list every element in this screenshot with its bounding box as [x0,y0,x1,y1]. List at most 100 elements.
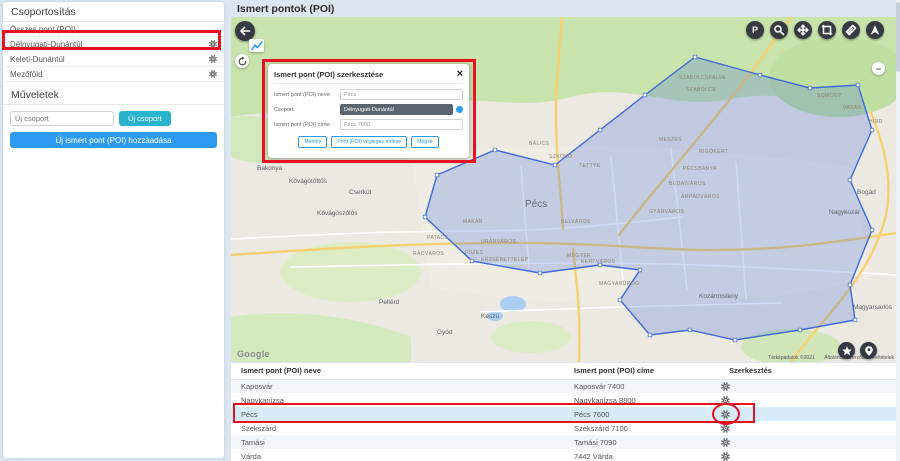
map-label: HIRD [869,119,883,125]
map-label: Cserkút [349,189,372,196]
map-label: KERTVÁROS [581,258,616,265]
pin-control-button[interactable] [860,342,877,359]
parking-icon: P [749,24,761,36]
poi-name-cell: Kaposvár [231,379,564,393]
star-control-button[interactable] [838,342,855,359]
poi-table: Ismert pont (POI) neveIsmert pont (POI) … [231,363,897,461]
polygon-vertex-handle[interactable] [870,128,874,132]
poi-address-cell: Pécs 7600 [564,407,719,421]
modal-field: Csoport:Délnyugati-Dunántúl [274,104,463,115]
polygon-vertex-handle[interactable] [808,86,812,90]
back-arrow-icon [239,25,251,37]
group-item[interactable]: Összes pont (POI) [3,22,224,37]
modal-title: Ismert pont (POI) szerkesztése [274,70,383,79]
navigate-control-button[interactable] [866,21,884,39]
lake [500,296,526,312]
poi-table-row[interactable]: NagykanizsaNagykanizsa 8800 [231,393,897,407]
zoom-out-button[interactable]: − [872,62,885,75]
column-header: Ismert pont (POI) neve [231,363,564,379]
parking-control-button[interactable]: P [746,21,764,39]
map-label: FÜZES [465,249,484,256]
attribution-terms-link[interactable]: Általános Szerződési Feltételek [824,355,894,361]
polygon-vertex-handle[interactable] [648,333,652,337]
poi-table-row[interactable]: KaposvárKaposvár 7400 [231,379,897,393]
back-button[interactable] [235,21,255,41]
close-icon[interactable]: × [457,69,463,80]
polygon-vertex-handle[interactable] [758,73,762,77]
modal-header: Ismert pont (POI) szerkesztése × [274,69,463,84]
group-select[interactable]: Délnyugati-Dunántúl [340,104,453,115]
page-title: Ismert pontok (POI) [237,3,334,15]
polygon-vertex-handle[interactable] [798,328,802,332]
gear-icon[interactable] [209,55,217,63]
poi-table-row[interactable]: Várda7442 Várda [231,449,897,461]
gear-icon[interactable] [209,70,217,78]
draw-control-button[interactable] [818,21,836,39]
polygon-vertex-handle[interactable] [638,268,642,272]
gear-icon[interactable] [209,40,217,48]
poi-address-cell: Tamási 7090 [564,435,719,449]
text-input[interactable]: Pécs [340,89,463,100]
map-label: ERZSÉBETTELEP [481,256,529,263]
gear-icon[interactable] [721,382,730,391]
polygon-vertex-handle[interactable] [598,128,602,132]
polygon-vertex-handle[interactable] [856,83,860,87]
gear-icon[interactable] [721,410,730,419]
poi-table-row[interactable]: SzekszárdSzekszárd 7100 [231,421,897,435]
save-button[interactable]: Mentés [298,136,327,148]
delete-poi-button[interactable]: Pont (POI) végleges törlése [331,136,407,148]
polygon-vertex-handle[interactable] [435,173,439,177]
gear-icon[interactable] [721,452,730,461]
polygon-vertex-handle[interactable] [848,178,852,182]
gear-icon[interactable] [721,424,730,433]
polygon-vertex-handle[interactable] [693,55,697,59]
polygon-vertex-handle[interactable] [470,259,474,263]
search-control-button[interactable] [770,21,788,39]
cancel-button[interactable]: Mégse [411,136,439,148]
map-label: PÉCSBÁNYA [683,165,717,172]
group-item[interactable]: Mezőföld [3,67,224,82]
new-group-button[interactable]: Új csoport [119,111,171,126]
move-control-button[interactable] [794,21,812,39]
poi-edit-cell [719,421,897,435]
new-group-row: Új csoport [3,105,224,129]
field-label: Csoport: [274,107,340,113]
scrollbar-thumb[interactable] [896,2,900,72]
text-input[interactable]: Pécs 7600 [340,119,463,130]
table-header-row: Ismert pont (POI) neveIsmert pont (POI) … [231,363,897,379]
polygon-vertex-handle[interactable] [870,228,874,232]
info-icon[interactable] [456,106,463,113]
polygon-vertex-handle[interactable] [733,338,737,342]
polygon-vertex-handle[interactable] [688,328,692,332]
polygon-vertex-handle[interactable] [853,318,857,322]
polygon-vertex-handle[interactable] [848,283,852,287]
map-label: GYÁRVÁROS [649,208,684,215]
group-label: Összes pont (POI) [10,25,76,34]
polygon-vertex-handle[interactable] [643,93,647,97]
poi-address-cell: Szekszárd 7100 [564,421,719,435]
group-label: Délnyugati-Dunántúl [10,40,83,49]
poi-edit-cell [719,393,897,407]
group-item[interactable]: Délnyugati-Dunántúl [3,37,224,52]
scrollbar[interactable] [896,0,900,461]
measure-control-button[interactable] [842,21,860,39]
refresh-button[interactable] [235,54,249,68]
svg-text:P: P [752,25,758,35]
polygon-vertex-handle[interactable] [423,215,427,219]
gear-icon[interactable] [721,438,730,447]
poi-table-row[interactable]: PécsPécs 7600 [231,407,897,421]
elevation-chart-button[interactable] [249,39,264,52]
move-icon [797,24,809,36]
add-poi-button[interactable]: Új ismert pont (POI) hozzáadása [10,132,217,148]
polygon-vertex-handle[interactable] [553,163,557,167]
map-label: Kővágószőlős [317,210,358,217]
gear-icon[interactable] [721,396,730,405]
modal-buttons: Mentés Pont (POI) végleges törlése Mégse [274,136,463,148]
polygon-vertex-handle[interactable] [538,271,542,275]
polygon-vertex-handle[interactable] [618,298,622,302]
polygon-vertex-handle[interactable] [493,148,497,152]
poi-table-row[interactable]: TamásiTamási 7090 [231,435,897,449]
new-group-input[interactable] [10,111,114,126]
group-item[interactable]: Keleti-Dunántúl [3,52,224,67]
map-label: Pécs [525,199,547,210]
